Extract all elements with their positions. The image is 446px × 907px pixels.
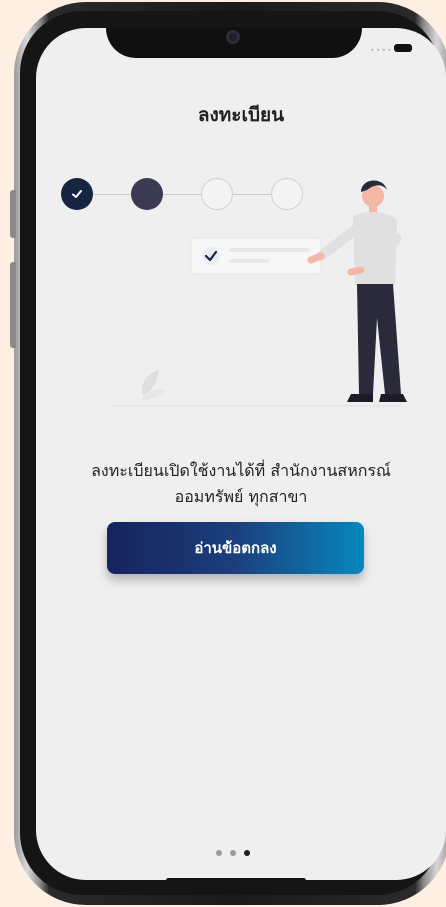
info-line-2: ออมทรัพย์ ทุกสาขา — [174, 487, 308, 506]
step-1 — [61, 178, 93, 210]
signal-icon: •••• — [370, 46, 393, 55]
page-indicator — [216, 850, 250, 856]
pager-dot-active — [244, 850, 250, 856]
page-title: ลงทะเบียน — [197, 104, 285, 126]
pager-dot — [230, 850, 236, 856]
phone-side-button — [10, 190, 16, 238]
home-indicator[interactable] — [166, 878, 306, 880]
read-terms-button[interactable]: อ่านข้อตกลง — [107, 522, 364, 574]
pager-dot — [216, 850, 222, 856]
phone-side-button — [10, 262, 16, 348]
info-line-1: ลงทะเบียนเปิดใช้งานได้ที่ สำนักงานสหกรณ์ — [91, 461, 391, 480]
app-screen: •••• ลงทะเบียน ลงทะเบียนเปิดใช้งานได้ที่… — [36, 28, 446, 880]
person-illustration — [111, 180, 407, 407]
leaf-icon — [141, 370, 165, 400]
camera-icon — [226, 30, 240, 44]
battery-icon — [394, 44, 412, 52]
check-icon — [72, 190, 82, 198]
notch — [106, 28, 362, 58]
registration-info-text: ลงทะเบียนเปิดใช้งานได้ที่ สำนักงานสหกรณ์… — [36, 458, 446, 510]
